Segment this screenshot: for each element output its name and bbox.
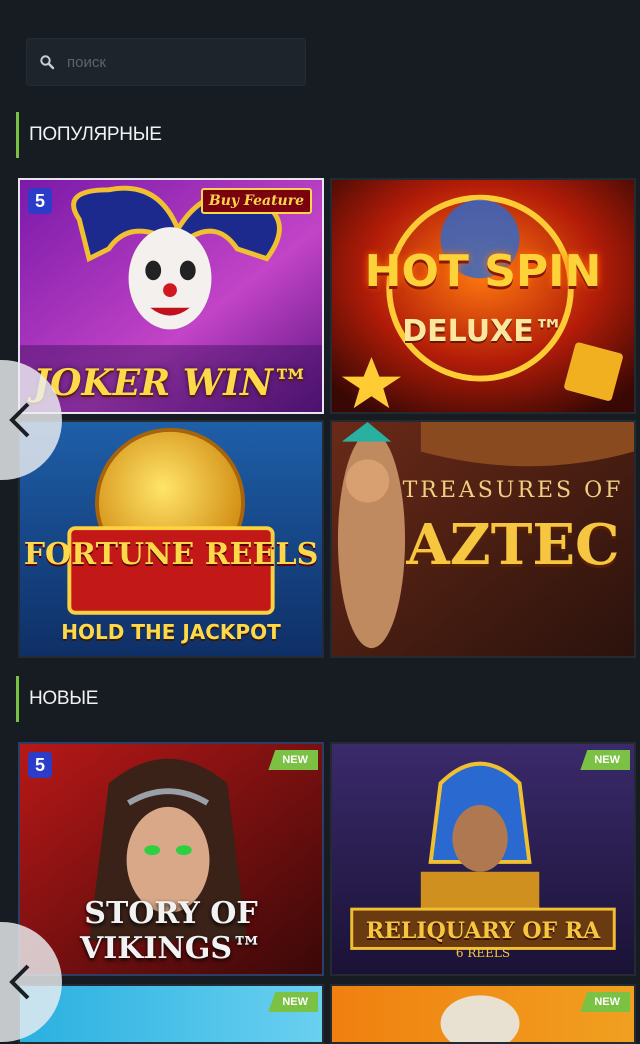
game-title: HOT SPIN [364,246,602,297]
section-title-popular: ПОПУЛЯРНЫЕ [16,112,316,158]
new-badge: NEW [268,750,318,770]
game-tile[interactable]: NEW [18,984,324,1044]
search-input[interactable] [65,52,289,72]
game-tile-joker-win[interactable]: 5 Buy Feature JOKER WIN™ [18,178,324,414]
game-title: JOKER WIN™ [33,362,309,404]
buy-feature-badge: Buy Feature [200,188,312,214]
game-title: FORTUNE REELS [23,537,319,572]
provider-logo: 5 [28,752,52,778]
new-badge: NEW [580,992,630,1012]
game-title: AZTEC [406,512,620,578]
search-icon [40,55,55,70]
game-title: RELIQUARY OF RA [365,918,601,944]
game-subtitle: 6 REELS [455,946,511,960]
section-title-new: НОВЫЕ [16,676,316,722]
chevron-left-icon [9,402,30,438]
provider-logo: 5 [28,188,52,214]
search-bar[interactable] [26,38,306,86]
game-tile-treasures-of-aztec[interactable]: TREASURES OF AZTEC [330,420,636,658]
game-subtitle: HOLD THE JACKPOT [61,620,281,644]
game-tile[interactable]: NEW [330,984,636,1044]
game-tile-hot-spin-deluxe[interactable]: HOT SPIN DELUXE™ [330,178,636,414]
game-tile-reliquary-of-ra[interactable]: NEW RELIQUARY OF RA 6 REELS [330,742,636,976]
game-tile-story-of-vikings[interactable]: 5 NEW STORY OF VIKINGS™ [18,742,324,976]
new-badge: NEW [580,750,630,770]
game-subtitle: TREASURES OF [402,478,624,503]
chevron-left-icon [9,964,30,1000]
new-badge: NEW [268,992,318,1012]
game-subtitle: DELUXE™ [402,314,564,349]
game-title: STORY OF VIKINGS™ [79,896,263,966]
game-tile-fortune-reels[interactable]: FORTUNE REELS HOLD THE JACKPOT [18,420,324,658]
